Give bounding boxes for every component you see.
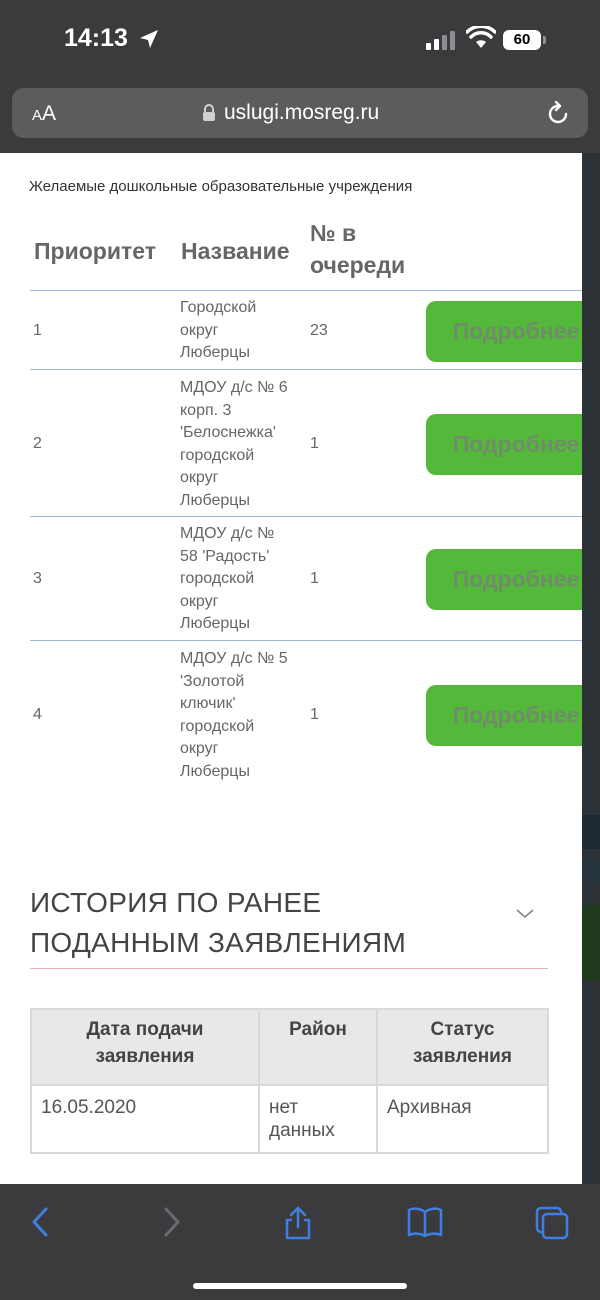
row-name: МДОУ д/с № 58 'Радость' городской округ Любе… — [180, 525, 275, 632]
battery-tip — [543, 36, 546, 44]
battery-indicator: 60 — [503, 30, 541, 50]
wifi-icon — [466, 26, 496, 48]
lock-icon — [203, 104, 215, 121]
column-header-status: Статус заявления — [376, 1008, 549, 1086]
page-edge-block — [582, 860, 600, 882]
details-button[interactable]: Подробнее — [426, 685, 582, 746]
url-text[interactable]: uslugi.mosreg.ru — [224, 101, 379, 125]
text-size-button[interactable]: AA — [32, 102, 56, 126]
cell-status: Архивная — [376, 1084, 549, 1154]
signal-icon — [426, 31, 455, 50]
page-edge-block — [582, 815, 600, 849]
cell-date: 16.05.2020 — [30, 1084, 260, 1154]
column-header-date: Дата подачи заявления — [30, 1008, 260, 1086]
bookmarks-icon[interactable] — [406, 1205, 444, 1239]
web-content: Желаемые дошкольные образовательные учре… — [0, 153, 582, 1184]
row-name: МДОУ д/с № 6 корп. 3 'Белоснежка' городской… — [180, 379, 288, 509]
cell-district: нет данных — [258, 1084, 378, 1154]
column-header-priority: Приоритет — [34, 238, 156, 264]
row-priority: 3 — [33, 570, 42, 587]
column-header-name: Название — [181, 238, 290, 264]
row-divider — [30, 290, 582, 291]
home-indicator — [193, 1283, 407, 1289]
section-label: Желаемые дошкольные образовательные учре… — [29, 178, 413, 195]
history-table: Дата подачи заявления Район Статус заявлен… — [30, 1008, 549, 1154]
chevron-down-icon[interactable] — [515, 908, 535, 920]
reload-icon[interactable] — [545, 101, 571, 127]
row-queue: 1 — [310, 435, 319, 452]
details-button[interactable]: Подробнее — [426, 414, 582, 475]
row-priority: 2 — [33, 435, 42, 452]
page-edge — [582, 153, 600, 1184]
row-name: МДОУ д/с № 5 'Золотой ключик' городской окру… — [180, 650, 288, 780]
row-queue: 1 — [310, 570, 319, 587]
row-divider — [30, 640, 582, 641]
history-divider — [30, 968, 548, 969]
tabs-icon[interactable] — [534, 1205, 570, 1241]
row-priority: 1 — [33, 322, 42, 339]
forward-icon[interactable] — [158, 1205, 184, 1239]
row-queue: 1 — [310, 706, 319, 723]
column-header-queue: № в очереди — [310, 220, 406, 278]
table-row: 16.05.2020 нет данных Архивная — [30, 1084, 549, 1154]
row-divider — [30, 516, 582, 517]
back-icon[interactable] — [28, 1205, 54, 1239]
row-priority: 4 — [33, 706, 42, 723]
table-header-row: Дата подачи заявления Район Статус заявлен… — [30, 1008, 549, 1086]
column-header-district: Район — [258, 1008, 378, 1086]
status-time: 14:13 — [64, 24, 128, 52]
page-edge-block — [582, 905, 600, 980]
row-queue: 23 — [310, 322, 328, 339]
details-button[interactable]: Подробнее — [426, 301, 582, 362]
details-button[interactable]: Подробнее — [426, 549, 582, 610]
share-icon[interactable] — [282, 1205, 314, 1241]
row-divider — [30, 369, 582, 370]
location-arrow-icon — [140, 30, 158, 48]
history-title[interactable]: ИСТОРИЯ ПО РАНЕЕ ПОДАННЫМ ЗАЯВЛЕНИЯМ — [30, 883, 450, 963]
row-name: Городской округ Люберцы — [180, 299, 257, 361]
